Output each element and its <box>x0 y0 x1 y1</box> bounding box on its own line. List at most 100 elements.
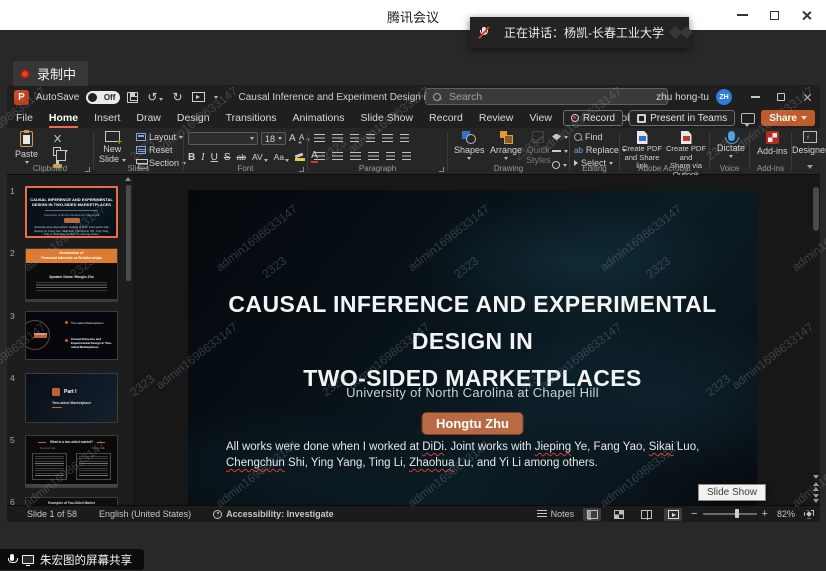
tab-insert[interactable]: Insert <box>94 112 120 128</box>
collapse-ribbon-button[interactable] <box>807 161 813 171</box>
scroll-down-icon[interactable] <box>813 475 819 479</box>
layout-icon <box>136 133 146 141</box>
reset-button[interactable]: Reset <box>136 145 186 155</box>
tab-review[interactable]: Review <box>479 112 513 128</box>
zoom-slider-thumb[interactable] <box>735 509 739 518</box>
next-slide-button[interactable] <box>813 494 819 503</box>
current-slide[interactable]: CAUSAL INFERENCE AND EXPERIMENTAL DESIGN… <box>188 190 757 509</box>
thumbnail-scrollbar[interactable] <box>126 185 131 281</box>
font-dialog-launcher[interactable] <box>299 167 304 172</box>
record-button[interactable]: Record <box>563 110 623 126</box>
highlight-pen-icon[interactable] <box>295 154 305 161</box>
normal-view-button[interactable] <box>583 508 601 521</box>
slideshow-view-button[interactable] <box>664 508 682 521</box>
bold-button[interactable]: B <box>188 152 195 163</box>
tab-file[interactable]: File <box>16 112 33 128</box>
paragraph-dialog-launcher[interactable] <box>439 167 444 172</box>
avatar[interactable]: ZH <box>716 89 732 105</box>
tab-draw[interactable]: Draw <box>136 112 161 128</box>
ppt-minimize-button[interactable] <box>742 85 768 109</box>
align-center-icon[interactable] <box>332 152 343 161</box>
tab-view[interactable]: View <box>529 112 552 128</box>
accessibility-status[interactable]: Accessibility: Investigate <box>213 509 334 519</box>
cut-button[interactable] <box>53 133 68 143</box>
shapes-button[interactable]: Shapes <box>454 131 485 160</box>
decrease-indent-icon[interactable] <box>350 134 359 143</box>
thumbnail-slide-2[interactable]: Declaration ofFinancial Interests or Rel… <box>25 248 118 302</box>
layout-button[interactable]: Layout <box>136 132 186 142</box>
autosave-toggle[interactable]: Off <box>86 91 120 104</box>
line-spacing-icon[interactable] <box>382 134 393 143</box>
tab-animations[interactable]: Animations <box>293 112 345 128</box>
shape-outline-button[interactable] <box>552 146 568 156</box>
dictate-button[interactable]: Dictate <box>717 131 745 158</box>
arrange-button[interactable]: Arrange <box>490 131 522 160</box>
align-left-icon[interactable] <box>314 152 325 161</box>
scrollbar-thumb[interactable] <box>813 187 819 231</box>
fit-to-window-icon[interactable] <box>804 510 814 519</box>
ppt-restore-button[interactable] <box>768 85 794 109</box>
reading-view-button[interactable] <box>637 508 655 521</box>
thumbnail-slide-4[interactable]: Part I Two-sided Marketplace <box>25 373 118 423</box>
increase-indent-icon[interactable] <box>366 134 375 143</box>
thumbnail-scroll-up-icon[interactable] <box>125 177 131 181</box>
zoom-level[interactable]: 82% <box>777 509 795 519</box>
text-direction-icon[interactable] <box>400 134 409 143</box>
ppt-close-button[interactable] <box>794 85 820 109</box>
justify-icon[interactable] <box>368 152 379 161</box>
zoom-slider[interactable] <box>703 513 757 515</box>
new-slide-button[interactable]: NewSlide <box>99 131 126 164</box>
tab-transitions[interactable]: Transitions <box>226 112 277 128</box>
mic-icon[interactable] <box>8 554 16 565</box>
align-right-icon[interactable] <box>350 152 361 161</box>
copy-button[interactable] <box>53 146 68 156</box>
strikethrough-button[interactable]: S <box>224 152 231 163</box>
font-name-combo[interactable] <box>188 132 258 145</box>
vertical-scrollbar[interactable] <box>813 183 819 483</box>
underline-button[interactable]: U <box>211 152 218 163</box>
thumbnail-slide-6[interactable]: Examples of Two-Sided Market <box>25 497 118 505</box>
tab-record[interactable]: Record <box>429 112 463 128</box>
italic-button[interactable]: I <box>201 152 204 163</box>
quick-access-dropdown-icon[interactable] <box>214 96 218 99</box>
font-size-combo[interactable]: 18 <box>261 132 286 145</box>
start-slideshow-icon[interactable] <box>192 92 205 102</box>
numbering-icon[interactable] <box>332 134 343 143</box>
zoom-out-button[interactable]: − <box>691 508 697 520</box>
tab-slide-show[interactable]: Slide Show <box>361 112 414 128</box>
undo-button[interactable]: ↺ <box>147 91 163 103</box>
smartart-convert-icon[interactable] <box>402 152 411 161</box>
comments-button[interactable] <box>741 113 755 124</box>
notes-button[interactable]: Notes <box>537 509 575 519</box>
present-in-teams-button[interactable]: Present in Teams <box>629 110 735 126</box>
slide-sorter-button[interactable] <box>610 508 628 521</box>
character-spacing-button[interactable]: AV <box>252 152 268 162</box>
redo-button[interactable]: ↻ <box>172 91 182 103</box>
language-indicator[interactable]: English (United States) <box>99 509 191 519</box>
zoom-in-button[interactable]: + <box>762 508 768 520</box>
paste-button[interactable]: Paste <box>15 131 38 164</box>
account-name[interactable]: zhu hong-tu <box>656 92 709 103</box>
bullets-icon[interactable] <box>314 134 325 143</box>
meeting-close-button[interactable] <box>792 1 820 29</box>
share-button[interactable]: Share <box>761 110 815 126</box>
clipboard-dialog-launcher[interactable] <box>85 167 90 172</box>
thumbnail-slide-1[interactable]: CAUSAL INFERENCE AND EXPERIMENTAL DESIGN… <box>25 186 118 238</box>
designer-button[interactable]: Designer <box>792 131 826 155</box>
search-box[interactable] <box>425 88 668 105</box>
tab-home[interactable]: Home <box>49 112 78 128</box>
meeting-minimize-button[interactable] <box>728 1 756 29</box>
quick-styles-button[interactable]: QuickStyles <box>526 131 551 165</box>
tab-design[interactable]: Design <box>177 112 210 128</box>
thumbnail-slide-3[interactable]: CONTENTS Two-sided Marketplaces Causal I… <box>25 311 118 360</box>
save-icon[interactable] <box>127 92 138 103</box>
subscript-button[interactable]: ab <box>236 152 245 162</box>
previous-slide-button[interactable] <box>813 482 819 491</box>
search-input[interactable] <box>447 90 627 104</box>
addins-button[interactable]: Add-ins <box>757 131 788 156</box>
columns-icon[interactable] <box>386 152 395 161</box>
shape-fill-button[interactable] <box>552 132 568 142</box>
thumbnail-slide-5[interactable]: What is a two-sided market? Demand side … <box>25 435 118 488</box>
change-case-button[interactable]: Aa <box>274 152 289 162</box>
meeting-maximize-button[interactable] <box>760 1 788 29</box>
